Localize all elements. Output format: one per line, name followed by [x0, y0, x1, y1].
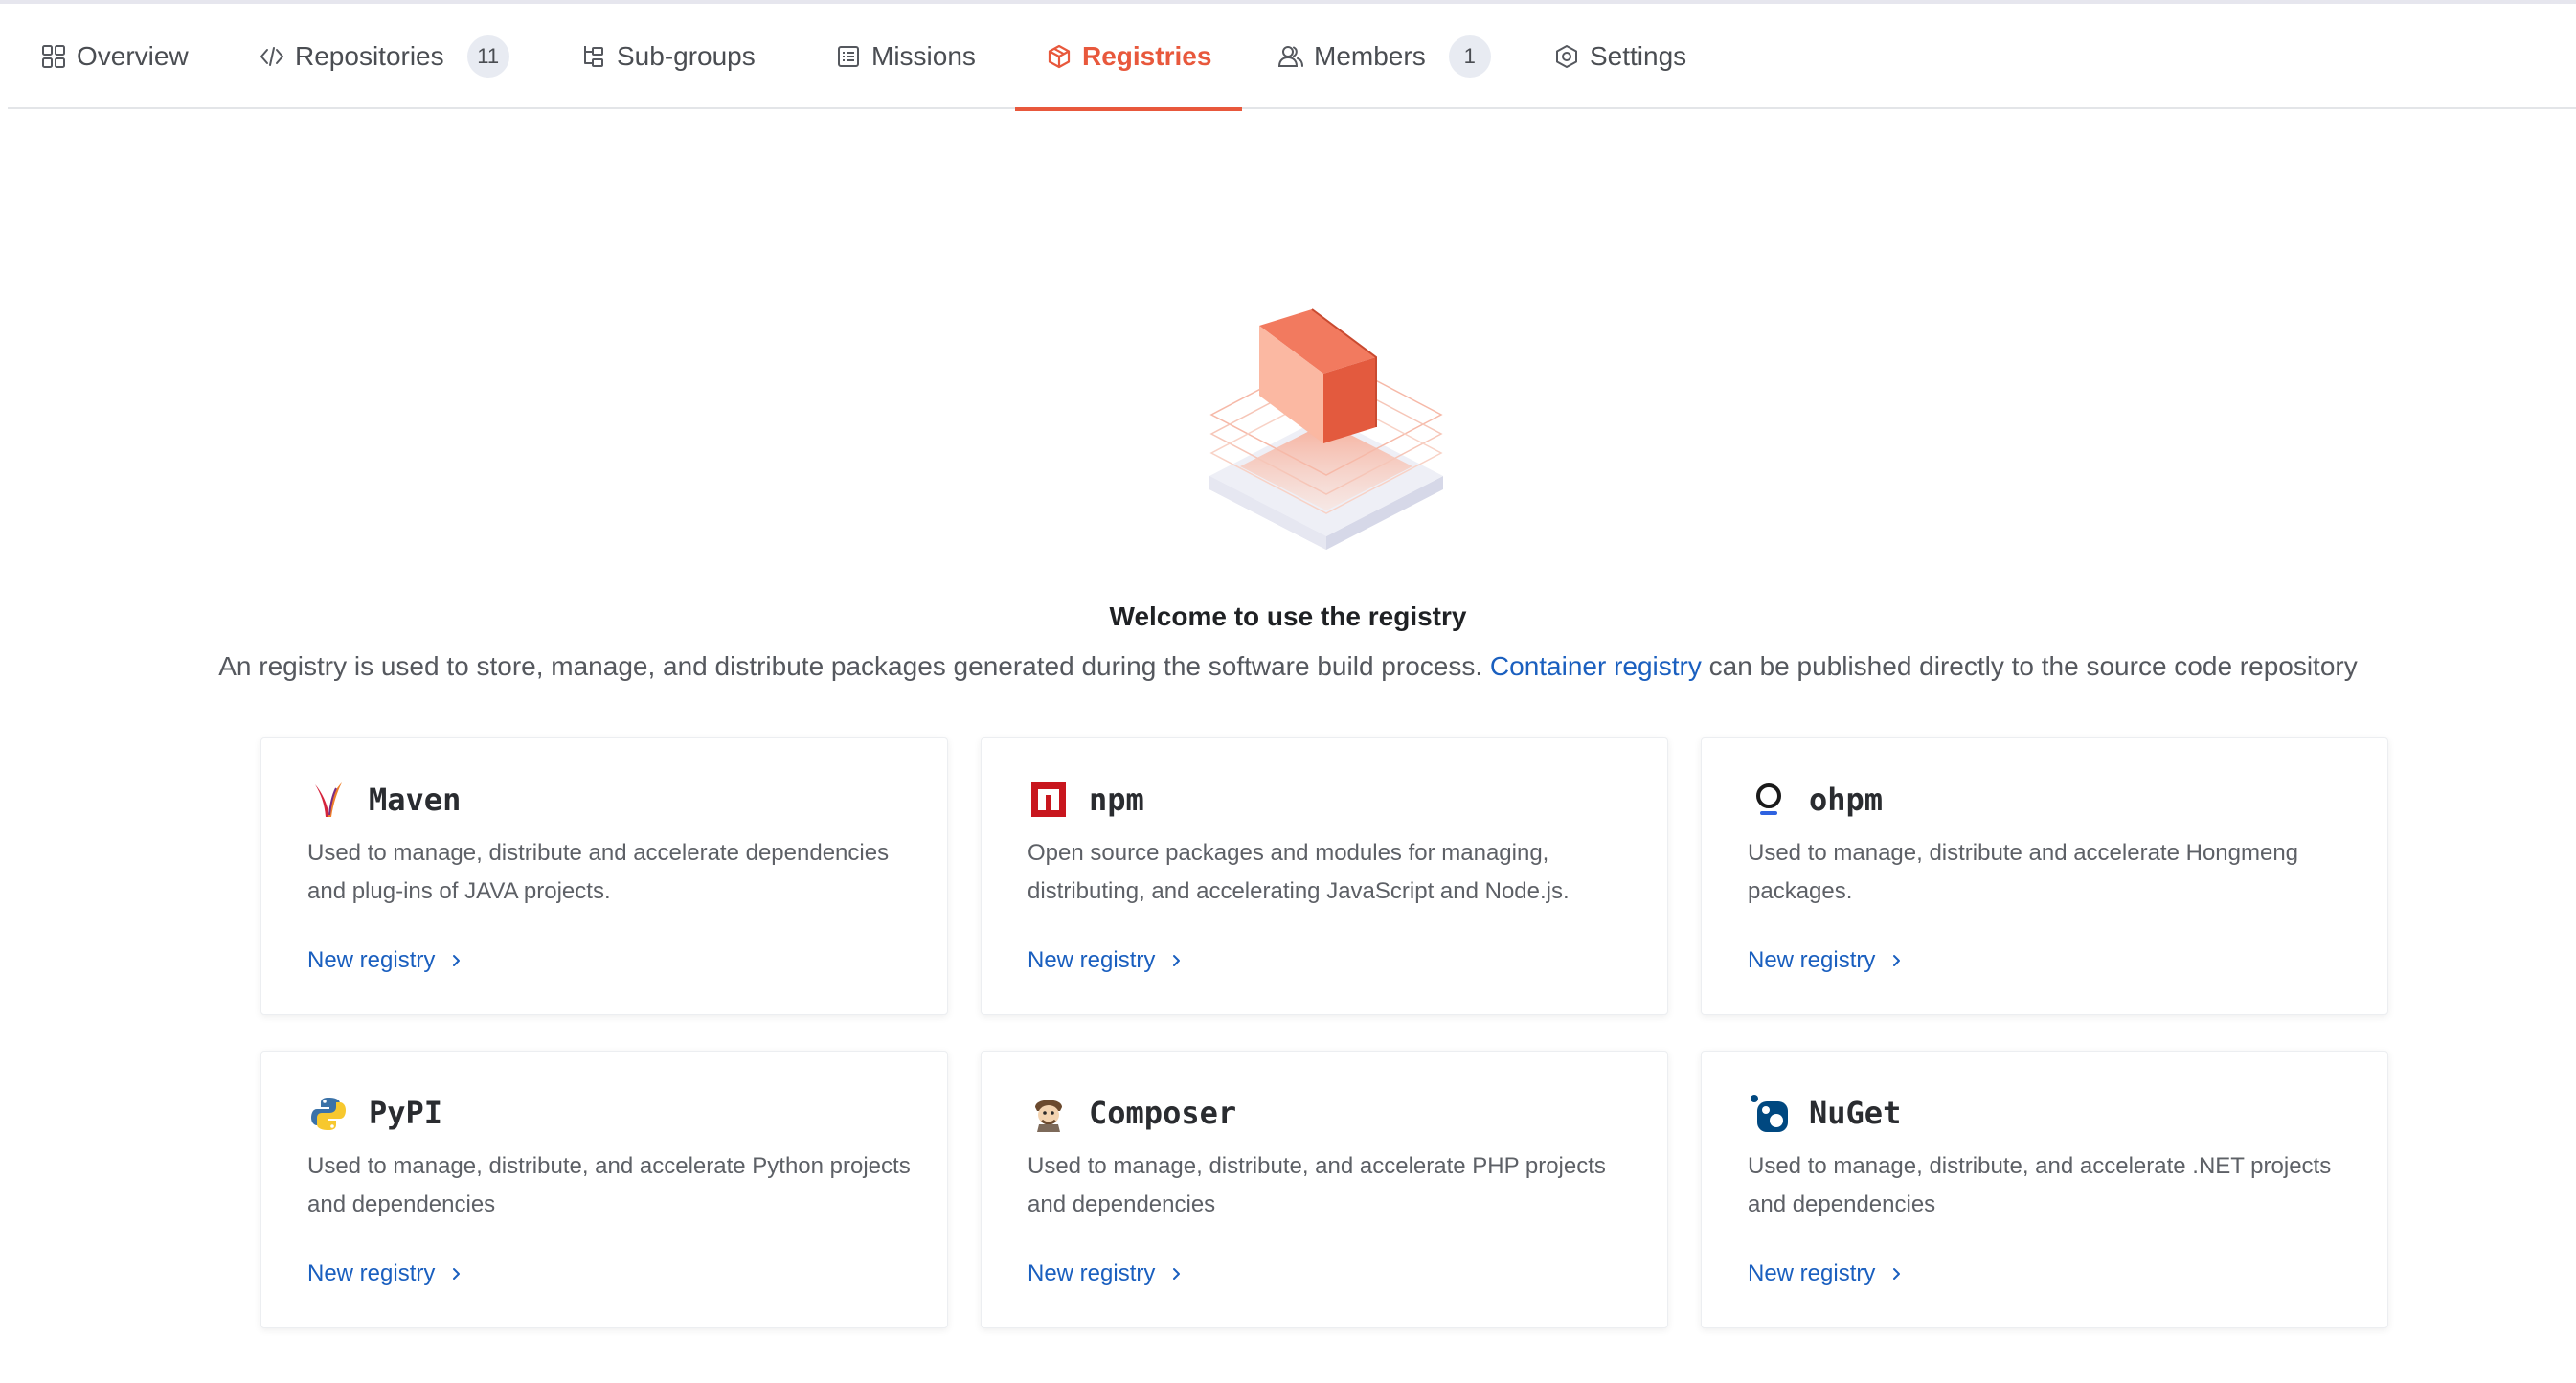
registry-card-description: Open source packages and modules for man… [1028, 840, 1570, 904]
npm-logo-icon [1028, 779, 1070, 821]
registry-card-nuget: NuGet Used to manage, distribute, and ac… [1701, 1051, 2388, 1328]
group-tab-bar: Overview Repositories 11 Sub-groups Miss… [8, 4, 2576, 111]
python-logo-icon [307, 1092, 350, 1134]
maven-feather-icon [307, 779, 350, 821]
tab-overview-label: Overview [77, 41, 189, 71]
registry-card-description: Used to manage, distribute, and accelera… [1748, 1153, 2332, 1217]
registry-card-description: Used to manage, distribute and accelerat… [1748, 840, 2299, 904]
registry-name: ohpm [1809, 782, 1884, 818]
tab-sub-groups-label: Sub-groups [617, 41, 756, 71]
tab-settings-label: Settings [1590, 41, 1687, 71]
tab-members[interactable]: Members 1 [1277, 4, 1491, 109]
tab-settings[interactable]: Settings [1553, 4, 1686, 109]
list-icon [835, 43, 862, 70]
registry-card-composer: Composer Used to manage, distribute, and… [981, 1051, 1668, 1328]
package-cube-icon [1046, 43, 1073, 70]
composer-logo-icon [1028, 1092, 1070, 1134]
chevron-right-icon [1888, 953, 1904, 968]
code-icon [259, 43, 285, 70]
tab-registries[interactable]: Registries [1014, 4, 1243, 111]
registry-card-ohpm: ohpm Used to manage, distribute and acce… [1701, 737, 2388, 1015]
description-text-after: can be published directly to the source … [1701, 651, 2358, 681]
welcome-title: Welcome to use the registry [1109, 601, 1467, 631]
registry-card-maven: Maven Used to manage, distribute and acc… [260, 737, 948, 1015]
tab-registries-label: Registries [1082, 41, 1212, 71]
chevron-right-icon [448, 953, 463, 968]
registry-illustration [1202, 302, 1451, 555]
tab-repositories-label: Repositories [295, 41, 444, 71]
new-registry-link-pypi[interactable]: New registry [307, 1260, 463, 1287]
users-icon [1277, 43, 1304, 70]
registry-name: PyPI [369, 1095, 443, 1131]
new-registry-label: New registry [307, 1260, 436, 1286]
new-registry-label: New registry [1028, 1260, 1156, 1286]
new-registry-link-npm[interactable]: New registry [1028, 947, 1184, 974]
tab-members-label: Members [1314, 41, 1426, 71]
chevron-right-icon [1888, 1266, 1904, 1281]
ohpm-logo-icon [1748, 779, 1790, 821]
members-count-badge: 1 [1448, 35, 1491, 78]
registry-name: Maven [369, 782, 462, 818]
new-registry-label: New registry [1028, 947, 1156, 973]
registry-card-pypi: PyPI Used to manage, distribute, and acc… [260, 1051, 948, 1328]
grid-icon [40, 43, 67, 70]
tab-missions[interactable]: Missions [835, 4, 976, 109]
new-registry-link-nuget[interactable]: New registry [1748, 1260, 1904, 1287]
registry-name: Composer [1089, 1095, 1237, 1131]
chevron-right-icon [1168, 1266, 1184, 1281]
registry-card-description: Used to manage, distribute and accelerat… [307, 840, 890, 904]
tab-repositories[interactable]: Repositories 11 [259, 4, 509, 109]
chevron-right-icon [448, 1266, 463, 1281]
new-registry-link-maven[interactable]: New registry [307, 947, 463, 974]
registry-name: npm [1089, 782, 1144, 818]
description-text-before: An registry is used to store, manage, an… [218, 651, 1490, 681]
registry-description: An registry is used to store, manage, an… [0, 651, 2576, 682]
new-registry-label: New registry [1748, 947, 1876, 973]
new-registry-label: New registry [307, 947, 436, 973]
registry-card-description: Used to manage, distribute, and accelera… [1028, 1153, 1606, 1217]
tab-sub-groups[interactable]: Sub-groups [580, 4, 756, 109]
new-registry-link-composer[interactable]: New registry [1028, 1260, 1184, 1287]
repositories-count-badge: 11 [466, 35, 509, 78]
registry-name: NuGet [1809, 1095, 1902, 1131]
tab-overview[interactable]: Overview [40, 4, 189, 109]
registry-card-npm: npm Open source packages and modules for… [981, 737, 1668, 1015]
registry-card-description: Used to manage, distribute, and accelera… [307, 1153, 911, 1217]
new-registry-label: New registry [1748, 1260, 1876, 1286]
tab-missions-label: Missions [871, 41, 976, 71]
new-registry-link-ohpm[interactable]: New registry [1748, 947, 1904, 974]
container-registry-link[interactable]: Container registry [1490, 651, 1702, 681]
nuget-logo-icon [1748, 1092, 1790, 1134]
subgroup-tree-icon [580, 43, 607, 70]
settings-hexagon-icon [1553, 43, 1580, 70]
chevron-right-icon [1168, 953, 1184, 968]
